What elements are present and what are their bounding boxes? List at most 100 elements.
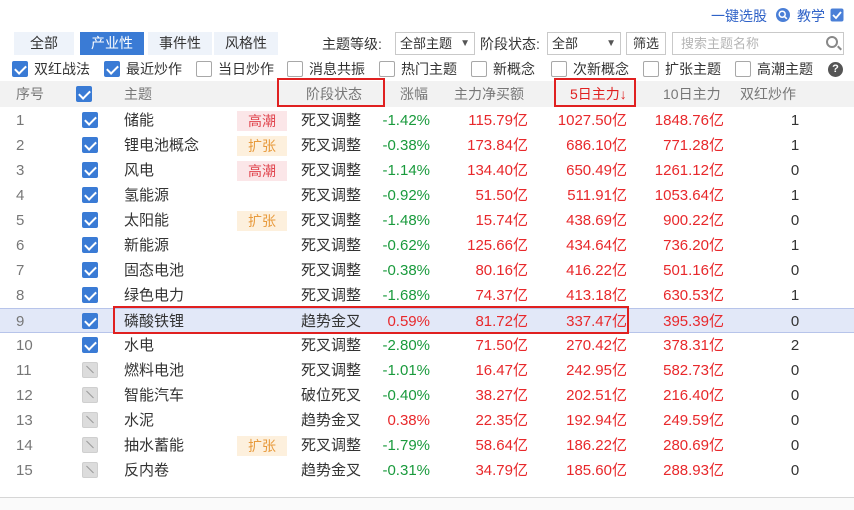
col-10day-main[interactable]: 10日主力 [663, 81, 721, 107]
row-checkbox[interactable] [82, 337, 98, 354]
checkbox[interactable] [82, 162, 98, 178]
checkbox[interactable] [12, 61, 28, 77]
filter-news-resonance[interactable]: 消息共振 [287, 60, 365, 80]
row-checkbox[interactable] [82, 237, 98, 254]
row-topic-name[interactable]: 水泥 [124, 408, 154, 433]
select-all-checkbox[interactable] [76, 86, 92, 102]
checkbox[interactable] [735, 61, 751, 77]
row-topic-name[interactable]: 固态电池 [124, 258, 184, 283]
row-checkbox[interactable] [82, 262, 98, 279]
filter-sub-new-concept[interactable]: 次新概念 [551, 60, 629, 80]
col-net-buy[interactable]: 主力净买额 [454, 81, 524, 107]
row-topic-name[interactable]: 智能汽车 [124, 383, 184, 408]
col-topic[interactable]: 主题 [124, 81, 152, 107]
row-topic-name[interactable]: 氢能源 [124, 183, 169, 208]
row-topic-name[interactable]: 风电 [124, 158, 154, 183]
table-row[interactable]: 13 水泥 趋势金叉 0.38% 22.35亿 192.94亿 249.59亿 0 [0, 408, 854, 433]
checkbox[interactable] [104, 61, 120, 77]
search-icon[interactable] [826, 36, 838, 48]
table-row[interactable]: 7 固态电池 死叉调整 -0.38% 80.16亿 416.22亿 501.16亿 0 [0, 258, 854, 283]
filter-hot-topic[interactable]: 热门主题 [379, 60, 457, 80]
topic-level-select[interactable]: 全部主题 ▼ [395, 32, 475, 55]
row-topic-name[interactable]: 反内卷 [124, 458, 169, 483]
row-checkbox[interactable] [82, 362, 98, 379]
search-input[interactable] [672, 32, 844, 55]
checkbox[interactable] [76, 86, 92, 102]
checkbox[interactable] [82, 262, 98, 278]
table-row[interactable]: 11 燃料电池 死叉调整 -1.01% 16.47亿 242.95亿 582.73亿 0 [0, 358, 854, 383]
row-checkbox[interactable] [82, 387, 98, 404]
row-topic-name[interactable]: 绿色电力 [124, 283, 184, 308]
col-double-red[interactable]: 双红炒作 [740, 81, 796, 107]
checkbox[interactable] [196, 61, 212, 77]
checkbox[interactable] [643, 61, 659, 77]
tab-industry[interactable]: 产业性 [80, 32, 144, 55]
table-row[interactable]: 2 锂电池概念 扩张 死叉调整 -0.38% 173.84亿 686.10亿 771.28亿 1 [0, 133, 854, 158]
filter-expansion-topic[interactable]: 扩张主题 [643, 60, 721, 80]
checkbox[interactable] [82, 212, 98, 228]
table-row[interactable]: 15 反内卷 趋势金叉 -0.31% 34.79亿 185.60亿 288.93亿 0 [0, 458, 854, 483]
checkbox[interactable] [82, 313, 98, 329]
checkbox[interactable] [82, 462, 98, 478]
row-checkbox[interactable] [82, 437, 98, 454]
tab-style[interactable]: 风格性 [214, 32, 278, 55]
filter-double-red[interactable]: 双红战法 [12, 60, 90, 80]
row-checkbox[interactable] [82, 412, 98, 429]
checkbox[interactable] [82, 137, 98, 153]
checkbox[interactable] [82, 237, 98, 253]
row-topic-name[interactable]: 储能 [124, 108, 154, 133]
row-topic-name[interactable]: 燃料电池 [124, 358, 184, 383]
tutorial-link[interactable]: 教学 [797, 6, 825, 26]
col-seq[interactable]: 序号 [16, 81, 44, 107]
horizontal-scrollbar[interactable] [0, 497, 854, 510]
row-checkbox[interactable] [82, 313, 98, 330]
row-checkbox[interactable] [82, 162, 98, 179]
tab-all[interactable]: 全部 [14, 32, 74, 55]
row-checkbox[interactable] [82, 112, 98, 129]
table-row[interactable]: 1 储能 高潮 死叉调整 -1.42% 115.79亿 1027.50亿 1848.76亿 1 [0, 108, 854, 133]
table-row[interactable]: 12 智能汽车 破位死叉 -0.40% 38.27亿 202.51亿 216.40亿 0 [0, 383, 854, 408]
tutorial-icon[interactable] [830, 8, 844, 25]
row-topic-name[interactable]: 抽水蓄能 [124, 433, 184, 458]
tab-event[interactable]: 事件性 [148, 32, 212, 55]
checkbox[interactable] [82, 387, 98, 403]
filter-today-hype[interactable]: 当日炒作 [196, 60, 274, 80]
checkbox[interactable] [287, 61, 303, 77]
checkbox[interactable] [471, 61, 487, 77]
checkbox[interactable] [82, 337, 98, 353]
checkbox[interactable] [82, 437, 98, 453]
table-row[interactable]: 5 太阳能 扩张 死叉调整 -1.48% 15.74亿 438.69亿 900.22亿 0 [0, 208, 854, 233]
row-topic-name[interactable]: 锂电池概念 [124, 133, 199, 158]
checkbox[interactable] [82, 287, 98, 303]
row-topic-name[interactable]: 太阳能 [124, 208, 169, 233]
row-checkbox[interactable] [82, 212, 98, 229]
row-checkbox[interactable] [82, 287, 98, 304]
checkbox[interactable] [82, 412, 98, 428]
search-stock-icon[interactable] [776, 8, 790, 22]
one-click-stock-pick-link[interactable]: 一键选股 [711, 6, 767, 26]
checkbox[interactable] [82, 362, 98, 378]
row-topic-name[interactable]: 水电 [124, 333, 154, 358]
filter-recent-hype[interactable]: 最近炒作 [104, 60, 182, 80]
stage-select[interactable]: 全部 ▼ [547, 32, 621, 55]
row-checkbox[interactable] [82, 137, 98, 154]
row-checkbox[interactable] [82, 462, 98, 479]
checkbox[interactable] [379, 61, 395, 77]
table-row[interactable]: 4 氢能源 死叉调整 -0.92% 51.50亿 511.91亿 1053.64亿 1 [0, 183, 854, 208]
col-change[interactable]: 涨幅 [400, 81, 428, 107]
table-row[interactable]: 3 风电 高潮 死叉调整 -1.14% 134.40亿 650.49亿 1261.12亿 0 [0, 158, 854, 183]
row-double-red: 1 [790, 187, 800, 204]
filter-new-concept[interactable]: 新概念 [471, 60, 535, 80]
table-row[interactable]: 14 抽水蓄能 扩张 死叉调整 -1.79% 58.64亿 186.22亿 280.69亿 0 [0, 433, 854, 458]
row-topic-name[interactable]: 新能源 [124, 233, 169, 258]
table-row[interactable]: 10 水电 死叉调整 -2.80% 71.50亿 270.42亿 378.31亿 2 [0, 333, 854, 358]
table-row[interactable]: 8 绿色电力 死叉调整 -1.68% 74.37亿 413.18亿 630.53亿 1 [0, 283, 854, 308]
row-checkbox[interactable] [82, 187, 98, 204]
help-icon[interactable]: ? [828, 62, 843, 77]
checkbox[interactable] [551, 61, 567, 77]
checkbox[interactable] [82, 112, 98, 128]
table-row[interactable]: 6 新能源 死叉调整 -0.62% 125.66亿 434.64亿 736.20亿 1 [0, 233, 854, 258]
filter-button[interactable]: 筛选 [626, 32, 666, 55]
filter-climax-topic[interactable]: 高潮主题 [735, 60, 813, 80]
checkbox[interactable] [82, 187, 98, 203]
